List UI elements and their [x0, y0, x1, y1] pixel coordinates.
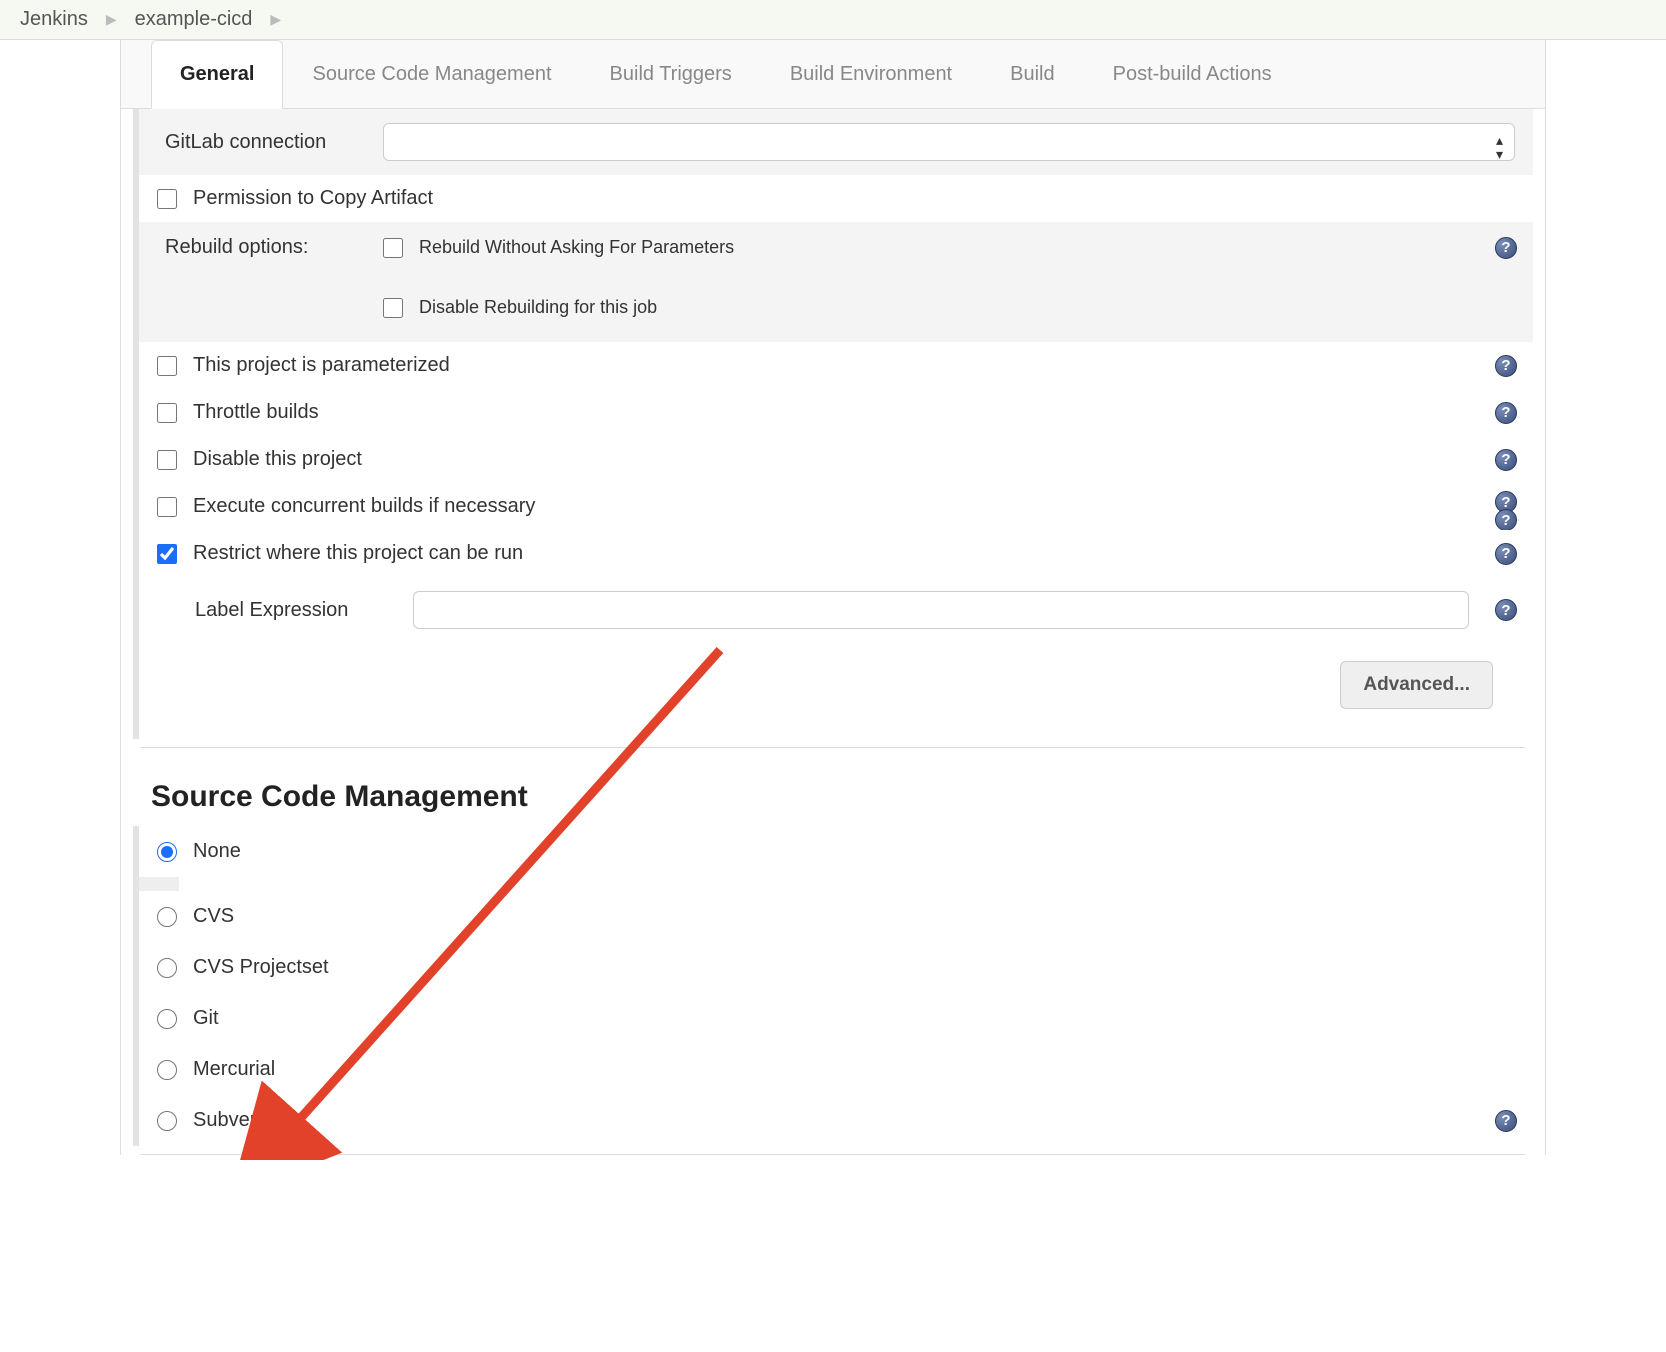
help-icon[interactable]: ?: [1495, 355, 1517, 377]
restrict-node-row: Restrict where this project can be run ?: [139, 530, 1533, 577]
section-divider: [141, 1154, 1525, 1155]
restrict-node-checkbox[interactable]: [157, 544, 177, 564]
scm-label-cvs: CVS: [193, 905, 234, 928]
breadcrumb-project[interactable]: example-cicd: [135, 8, 253, 31]
rebuild-options-row-2: Disable Rebuilding for this job: [139, 273, 1533, 342]
tab-build-triggers[interactable]: Build Triggers: [581, 40, 761, 108]
label-expression-label: Label Expression: [195, 599, 385, 622]
concurrent-builds-label: Execute concurrent builds if necessary: [193, 495, 535, 518]
tab-build-environment[interactable]: Build Environment: [761, 40, 981, 108]
tab-post-build[interactable]: Post-build Actions: [1084, 40, 1301, 108]
help-stack: ? ?: [1495, 491, 1517, 527]
help-icon[interactable]: ?: [1495, 543, 1517, 565]
scm-marker: [139, 877, 179, 891]
gitlab-connection-select[interactable]: [383, 123, 1515, 161]
rebuild-without-params-checkbox[interactable]: [383, 238, 403, 258]
label-expression-row: Label Expression ?: [139, 577, 1533, 643]
throttle-builds-row: Throttle builds ?: [139, 389, 1533, 436]
gitlab-connection-row: GitLab connection ▴▾: [139, 109, 1533, 175]
config-panel: General Source Code Management Build Tri…: [120, 40, 1546, 1155]
scm-radio-cvs-projectset[interactable]: [157, 958, 177, 978]
disable-rebuilding-checkbox[interactable]: [383, 298, 403, 318]
tab-general[interactable]: General: [151, 40, 283, 109]
parameterized-checkbox[interactable]: [157, 356, 177, 376]
scm-label-mercurial: Mercurial: [193, 1058, 275, 1081]
concurrent-builds-row: Execute concurrent builds if necessary ?…: [139, 483, 1533, 530]
scm-option-none: None: [139, 826, 1533, 877]
restrict-node-label: Restrict where this project can be run: [193, 542, 523, 565]
disable-rebuilding-label: Disable Rebuilding for this job: [419, 297, 657, 318]
scm-option-mercurial: Mercurial: [139, 1044, 1533, 1095]
help-icon[interactable]: ?: [1495, 509, 1517, 531]
scm-radio-cvs[interactable]: [157, 907, 177, 927]
scm-option-git: Git: [139, 993, 1533, 1044]
scm-label-cvs-projectset: CVS Projectset: [193, 956, 329, 979]
scm-radio-none[interactable]: [157, 842, 177, 862]
disable-project-label: Disable this project: [193, 448, 362, 471]
disable-project-checkbox[interactable]: [157, 450, 177, 470]
config-tabs: General Source Code Management Build Tri…: [121, 40, 1545, 109]
scm-option-subversion: Subversion ?: [139, 1095, 1533, 1146]
rebuild-options-row-1: Rebuild options: Rebuild Without Asking …: [139, 222, 1533, 273]
permission-copy-artifact-checkbox[interactable]: [157, 189, 177, 209]
label-expression-input[interactable]: [413, 591, 1469, 629]
scm-option-cvs-projectset: CVS Projectset: [139, 942, 1533, 993]
scm-radio-subversion[interactable]: [157, 1111, 177, 1131]
throttle-builds-label: Throttle builds: [193, 401, 319, 424]
scm-label-git: Git: [193, 1007, 219, 1030]
disable-project-row: Disable this project ?: [139, 436, 1533, 483]
permission-copy-artifact-label: Permission to Copy Artifact: [193, 187, 433, 210]
scm-label-none: None: [193, 840, 241, 863]
breadcrumb-root[interactable]: Jenkins: [20, 8, 88, 31]
parameterized-row: This project is parameterized ?: [139, 342, 1533, 389]
help-icon[interactable]: ?: [1495, 449, 1517, 471]
scm-section: None CVS CVS Projectset Git Mercurial Su…: [133, 826, 1533, 1146]
scm-option-cvs: CVS: [139, 891, 1533, 942]
help-icon[interactable]: ?: [1495, 402, 1517, 424]
throttle-builds-checkbox[interactable]: [157, 403, 177, 423]
breadcrumb-sep-icon: ▶: [106, 11, 117, 28]
tab-scm[interactable]: Source Code Management: [283, 40, 580, 108]
section-divider: [141, 747, 1525, 748]
general-section: GitLab connection ▴▾ Permission to Copy …: [133, 109, 1533, 739]
concurrent-builds-checkbox[interactable]: [157, 497, 177, 517]
scm-radio-git[interactable]: [157, 1009, 177, 1029]
rebuild-options-label: Rebuild options:: [165, 236, 355, 259]
advanced-row: Advanced...: [139, 643, 1533, 739]
breadcrumb-sep-icon: ▶: [270, 11, 281, 28]
gitlab-connection-label: GitLab connection: [165, 131, 355, 154]
advanced-button[interactable]: Advanced...: [1340, 661, 1493, 709]
scm-heading: Source Code Management: [121, 756, 1545, 826]
parameterized-label: This project is parameterized: [193, 354, 450, 377]
help-icon[interactable]: ?: [1495, 237, 1517, 259]
rebuild-without-params-label: Rebuild Without Asking For Parameters: [419, 237, 734, 258]
scm-label-subversion: Subversion: [193, 1109, 293, 1132]
permission-copy-artifact-row: Permission to Copy Artifact: [139, 175, 1533, 222]
scm-radio-mercurial[interactable]: [157, 1060, 177, 1080]
breadcrumb: Jenkins ▶ example-cicd ▶: [0, 0, 1666, 40]
help-icon[interactable]: ?: [1495, 599, 1517, 621]
tab-build[interactable]: Build: [981, 40, 1083, 108]
help-icon[interactable]: ?: [1495, 1110, 1517, 1132]
